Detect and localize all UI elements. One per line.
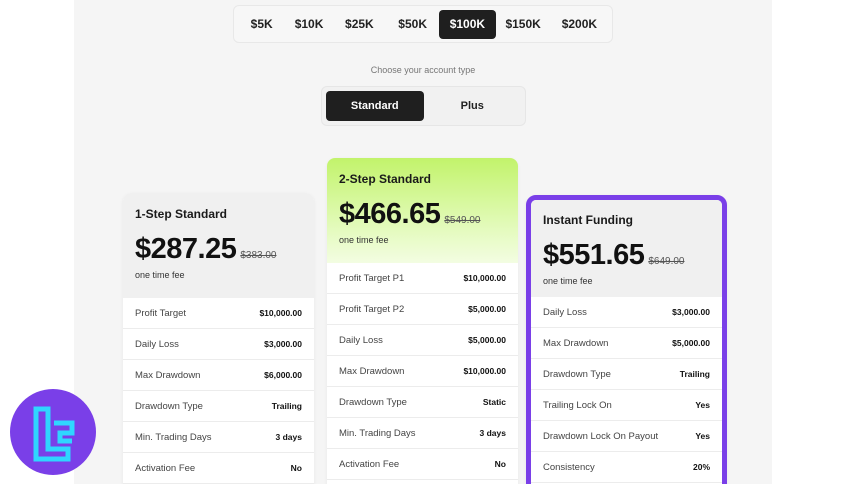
rule-row: Profit Target P1 $10,000.00 <box>327 263 518 294</box>
plan-title: 2-Step Standard <box>339 172 432 186</box>
rule-label: Profit Target P2 <box>339 303 405 315</box>
plan-card-header: 2-Step Standard $466.65 $549.00 one time… <box>327 158 518 263</box>
rule-row: Activation Fee No <box>123 453 314 484</box>
rule-value: $5,000.00 <box>468 304 506 314</box>
rule-label: Drawdown Type <box>339 396 407 408</box>
rule-row: Drawdown Lock On Payout Yes <box>531 421 722 452</box>
plan-card-header: Instant Funding $551.65 $649.00 one time… <box>531 200 722 297</box>
rule-row: Drawdown Type Trailing <box>123 391 314 422</box>
plan-price: $551.65 <box>543 239 645 271</box>
price-row: $466.65 $549.00 <box>339 198 506 231</box>
rule-value: Trailing <box>271 401 302 411</box>
rule-row: Max Drawdown $6,000.00 <box>123 360 314 391</box>
plan-price: $287.25 <box>135 233 237 265</box>
plan-fee-label: one time fee <box>339 235 389 245</box>
rule-label: Min. Trading Days <box>339 427 416 439</box>
plan-card-instant-funding[interactable]: Instant Funding $551.65 $649.00 one time… <box>526 195 727 484</box>
rule-row: Profit Target P2 $5,000.00 <box>327 294 518 325</box>
rule-label: Drawdown Type <box>543 368 611 380</box>
rule-label: Max Drawdown <box>543 337 609 349</box>
rule-value: $6,000.00 <box>264 370 302 380</box>
rule-value: No <box>494 459 506 469</box>
amount-option-50k[interactable]: $50K <box>386 10 439 39</box>
rule-label: Profit Target P1 <box>339 272 405 284</box>
plan-fee-label: one time fee <box>135 270 185 280</box>
plan-title: Instant Funding <box>543 213 633 227</box>
plan-card-2-step-standard[interactable]: 2-Step Standard $466.65 $549.00 one time… <box>327 158 518 484</box>
rule-value: 3 days <box>479 428 506 438</box>
account-type-caption: Choose your account type <box>370 65 476 75</box>
plan-rules-list: Profit Target P1 $10,000.00 Profit Target… <box>327 263 518 480</box>
rule-label: Consistency <box>543 461 595 473</box>
rule-value: $3,000.00 <box>672 307 710 317</box>
rule-row: Profit Target $10,000.00 <box>123 298 314 329</box>
rule-value: Yes <box>695 431 710 441</box>
rule-row: Consistency 20% <box>531 452 722 483</box>
amount-option-100k[interactable]: $100K <box>439 9 496 39</box>
plan-old-price: $649.00 <box>648 256 685 267</box>
account-size-selector: $5K $10K $25K $50K $100K $150K $200K <box>233 5 613 43</box>
price-row: $287.25 $383.00 <box>135 233 302 266</box>
account-type-toggle: Standard Plus <box>321 86 526 126</box>
plan-card-header: 1-Step Standard $287.25 $383.00 one time… <box>123 193 314 298</box>
rule-value: $5,000.00 <box>468 335 506 345</box>
rule-label: Drawdown Lock On Payout <box>543 430 659 442</box>
rule-label: Max Drawdown <box>339 365 405 377</box>
amount-option-25k[interactable]: $25K <box>333 10 386 39</box>
plan-rules-list: Daily Loss $3,000.00 Max Drawdown $5,000.0… <box>531 297 722 483</box>
rule-value: $10,000.00 <box>463 366 506 376</box>
rule-value: $10,000.00 <box>463 273 506 283</box>
rule-row: Daily Loss $5,000.00 <box>327 325 518 356</box>
brand-logo-glyph <box>33 406 75 462</box>
rule-row: Trailing Lock On Yes <box>531 390 722 421</box>
rule-value: $3,000.00 <box>264 339 302 349</box>
rule-label: Daily Loss <box>543 306 587 318</box>
plan-old-price: $383.00 <box>240 250 277 261</box>
rule-label: Activation Fee <box>339 458 400 470</box>
rule-row: Min. Trading Days 3 days <box>327 418 518 449</box>
plan-rules-list: Profit Target $10,000.00 Daily Loss $3,000… <box>123 298 314 484</box>
rule-row: Drawdown Type Trailing <box>531 359 722 390</box>
rule-value: No <box>290 463 302 473</box>
rule-value: Trailing <box>679 369 710 379</box>
plan-old-price: $549.00 <box>444 215 481 226</box>
rule-row: Daily Loss $3,000.00 <box>123 329 314 360</box>
rule-label: Drawdown Type <box>135 400 203 412</box>
rule-label: Profit Target <box>135 307 187 319</box>
rule-label: Trailing Lock On <box>543 399 612 411</box>
rule-label: Daily Loss <box>339 334 383 346</box>
rule-value: $5,000.00 <box>672 338 710 348</box>
amount-option-200k[interactable]: $200K <box>551 10 608 39</box>
rule-value: $10,000.00 <box>259 308 302 318</box>
rule-value: Static <box>482 397 506 407</box>
plan-title: 1-Step Standard <box>135 207 228 221</box>
amount-option-5k[interactable]: $5K <box>238 10 285 39</box>
rule-row: Min. Trading Days 3 days <box>123 422 314 453</box>
rule-label: Daily Loss <box>135 338 179 350</box>
rule-label: Max Drawdown <box>135 369 201 381</box>
rule-label: Activation Fee <box>135 462 196 474</box>
rule-row: Drawdown Type Static <box>327 387 518 418</box>
brand-logo-icon <box>10 389 96 475</box>
rule-value: 3 days <box>275 432 302 442</box>
account-type-standard[interactable]: Standard <box>326 91 424 121</box>
rule-row: Max Drawdown $10,000.00 <box>327 356 518 387</box>
rule-value: 20% <box>692 462 710 472</box>
account-type-plus[interactable]: Plus <box>424 91 522 121</box>
plan-fee-label: one time fee <box>543 276 593 286</box>
rule-row: Daily Loss $3,000.00 <box>531 297 722 328</box>
plan-price: $466.65 <box>339 198 441 230</box>
rule-row: Max Drawdown $5,000.00 <box>531 328 722 359</box>
amount-option-10k[interactable]: $10K <box>285 10 332 39</box>
plan-card-1-step-standard[interactable]: 1-Step Standard $287.25 $383.00 one time… <box>123 193 314 484</box>
rule-label: Min. Trading Days <box>135 431 212 443</box>
rule-row: Activation Fee No <box>327 449 518 480</box>
price-row: $551.65 $649.00 <box>543 239 710 272</box>
amount-option-150k[interactable]: $150K <box>496 10 551 39</box>
rule-value: Yes <box>695 400 710 410</box>
